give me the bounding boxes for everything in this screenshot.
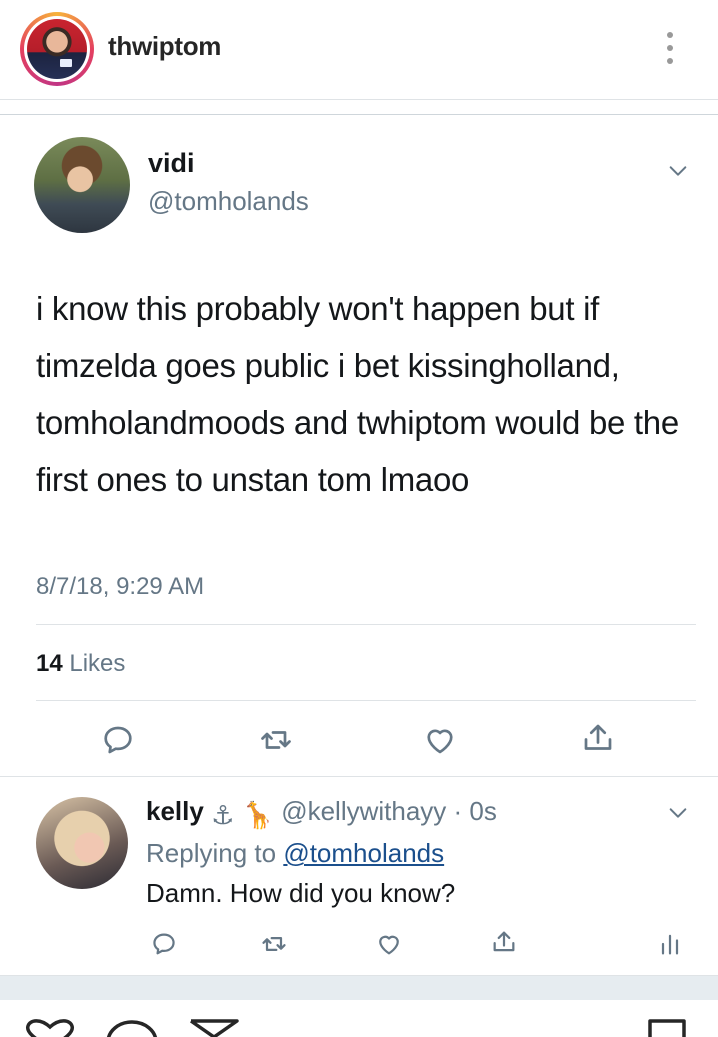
tweet-text: i know this probably won't happen but if… [36,290,679,498]
chevron-down-icon[interactable] [667,802,689,824]
timeline-separator [0,976,718,1000]
tweet-author-handle[interactable]: @tomholands [148,186,309,217]
post-header: thwiptom [0,0,718,100]
reply-age: · 0s [453,796,497,826]
replying-prefix: Replying to [146,838,277,868]
reply-author-avatar[interactable] [36,797,128,889]
send-icon[interactable] [188,1018,240,1037]
reply-author-handle[interactable]: @kellywithayy [281,796,446,826]
reply-text: Damn. How did you know? [146,878,456,908]
likes-label: Likes [69,650,126,677]
post-username[interactable]: thwiptom [108,31,221,62]
divider [36,624,696,625]
retweet-icon[interactable] [258,722,294,758]
reply-author-emojis: ⚓ 🦒 [211,800,274,830]
reply-icon[interactable] [100,722,136,758]
replying-to-link[interactable]: @tomholands [283,838,444,868]
reply-author-name[interactable]: kelly [146,796,204,826]
divider [36,700,696,701]
replying-to: Replying to @tomholands [146,838,444,869]
share-icon[interactable] [490,928,518,956]
bookmark-icon[interactable] [646,1018,688,1037]
divider [0,114,718,115]
heart-icon[interactable] [422,722,458,758]
likes-count[interactable]: 14 Likes [36,650,125,678]
chevron-down-icon[interactable] [667,160,689,182]
analytics-icon[interactable] [656,930,684,958]
profile-avatar[interactable] [20,12,94,86]
likes-number: 14 [36,650,63,677]
share-icon[interactable] [580,720,616,756]
tweet-author-avatar[interactable] [34,137,130,233]
heart-icon[interactable] [375,930,403,958]
heart-outline-icon[interactable] [24,1018,76,1037]
more-options-icon[interactable] [658,28,684,68]
reply-icon[interactable] [150,930,178,958]
tweet-author-name[interactable]: vidi [148,148,195,179]
tweet-timestamp: 8/7/18, 9:29 AM [36,573,205,600]
divider [0,99,718,100]
comment-icon[interactable] [104,1018,160,1037]
reply-header: kelly ⚓ 🦒 @kellywithayy · 0s [146,796,497,831]
retweet-icon[interactable] [260,930,288,958]
divider [0,776,718,777]
